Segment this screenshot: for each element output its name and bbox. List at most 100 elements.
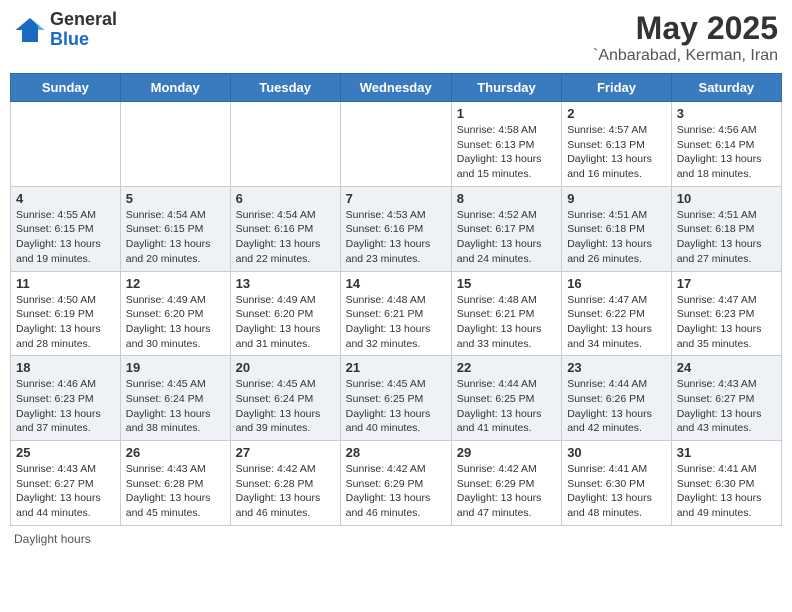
day-number: 10 — [677, 191, 776, 206]
weekday-header-thursday: Thursday — [451, 74, 561, 102]
day-number: 24 — [677, 360, 776, 375]
title-block: May 2025 `Anbarabad, Kerman, Iran — [593, 10, 778, 65]
calendar-cell — [11, 102, 121, 187]
calendar-cell: 14 Sunrise: 4:48 AM Sunset: 6:21 PM Dayli… — [340, 271, 451, 356]
calendar-cell: 23 Sunrise: 4:44 AM Sunset: 6:26 PM Dayli… — [562, 356, 672, 441]
day-number: 8 — [457, 191, 556, 206]
day-number: 2 — [567, 106, 666, 121]
logo: General Blue — [14, 10, 117, 50]
day-number: 5 — [126, 191, 225, 206]
calendar-cell: 13Sunrise: 4:49 AM Sunset: 6:20 PM Dayli… — [230, 271, 340, 356]
day-number: 26 — [126, 445, 225, 460]
day-info: Sunrise: 4:42 AM Sunset: 6:29 PM Dayligh… — [457, 462, 556, 521]
page-header: General Blue May 2025 `Anbarabad, Kerman… — [10, 10, 782, 65]
day-info: Sunrise: 4:50 AM Sunset: 6:19 PM Dayligh… — [16, 293, 115, 352]
day-number: 6 — [236, 191, 335, 206]
day-info: Sunrise: 4:52 AM Sunset: 6:17 PM Dayligh… — [457, 208, 556, 267]
daylight-label: Daylight hours — [14, 532, 91, 546]
day-number: 18 — [16, 360, 115, 375]
day-number: 23 — [567, 360, 666, 375]
day-number: 22 — [457, 360, 556, 375]
calendar-cell: 18Sunrise: 4:46 AM Sunset: 6:23 PM Dayli… — [11, 356, 121, 441]
day-number: 16 — [567, 276, 666, 291]
calendar-cell: 31 Sunrise: 4:41 AM Sunset: 6:30 PM Dayli… — [671, 441, 781, 526]
day-number: 31 — [677, 445, 776, 460]
weekday-header-friday: Friday — [562, 74, 672, 102]
calendar-cell: 19 Sunrise: 4:45 AM Sunset: 6:24 PM Dayli… — [120, 356, 230, 441]
day-number: 13 — [236, 276, 335, 291]
day-info: Sunrise: 4:54 AM Sunset: 6:16 PM Dayligh… — [236, 208, 335, 267]
calendar-cell: 6 Sunrise: 4:54 AM Sunset: 6:16 PM Daylig… — [230, 186, 340, 271]
calendar-cell: 3 Sunrise: 4:56 AM Sunset: 6:14 PM Daylig… — [671, 102, 781, 187]
day-info: Sunrise: 4:55 AM Sunset: 6:15 PM Dayligh… — [16, 208, 115, 267]
calendar-cell: 7Sunrise: 4:53 AM Sunset: 6:16 PM Daylig… — [340, 186, 451, 271]
day-info: Sunrise: 4:47 AM Sunset: 6:23 PM Dayligh… — [677, 293, 776, 352]
weekday-header-wednesday: Wednesday — [340, 74, 451, 102]
calendar-table: SundayMondayTuesdayWednesdayThursdayFrid… — [10, 73, 782, 526]
calendar-cell — [340, 102, 451, 187]
day-info: Sunrise: 4:42 AM Sunset: 6:28 PM Dayligh… — [236, 462, 335, 521]
day-number: 21 — [346, 360, 446, 375]
calendar-cell: 21 Sunrise: 4:45 AM Sunset: 6:25 PM Dayli… — [340, 356, 451, 441]
calendar-cell: 1 Sunrise: 4:58 AM Sunset: 6:13 PM Daylig… — [451, 102, 561, 187]
logo-icon — [14, 14, 46, 46]
day-number: 4 — [16, 191, 115, 206]
calendar-cell: 9 Sunrise: 4:51 AM Sunset: 6:18 PM Daylig… — [562, 186, 672, 271]
month-year: May 2025 — [593, 10, 778, 47]
calendar-cell: 17 Sunrise: 4:47 AM Sunset: 6:23 PM Dayli… — [671, 271, 781, 356]
calendar-week-1: 1 Sunrise: 4:58 AM Sunset: 6:13 PM Daylig… — [11, 102, 782, 187]
day-info: Sunrise: 4:42 AM Sunset: 6:29 PM Dayligh… — [346, 462, 446, 521]
day-info: Sunrise: 4:41 AM Sunset: 6:30 PM Dayligh… — [677, 462, 776, 521]
day-info: Sunrise: 4:51 AM Sunset: 6:18 PM Dayligh… — [567, 208, 666, 267]
calendar-cell: 29Sunrise: 4:42 AM Sunset: 6:29 PM Dayli… — [451, 441, 561, 526]
day-number: 3 — [677, 106, 776, 121]
calendar-cell: 27 Sunrise: 4:42 AM Sunset: 6:28 PM Dayli… — [230, 441, 340, 526]
calendar-cell: 22 Sunrise: 4:44 AM Sunset: 6:25 PM Dayli… — [451, 356, 561, 441]
logo-general-text: General — [50, 9, 117, 29]
day-info: Sunrise: 4:45 AM Sunset: 6:24 PM Dayligh… — [126, 377, 225, 436]
calendar-cell — [230, 102, 340, 187]
day-info: Sunrise: 4:44 AM Sunset: 6:26 PM Dayligh… — [567, 377, 666, 436]
day-number: 1 — [457, 106, 556, 121]
weekday-header-saturday: Saturday — [671, 74, 781, 102]
day-number: 12 — [126, 276, 225, 291]
weekday-header-tuesday: Tuesday — [230, 74, 340, 102]
day-info: Sunrise: 4:51 AM Sunset: 6:18 PM Dayligh… — [677, 208, 776, 267]
calendar-cell: 2Sunrise: 4:57 AM Sunset: 6:13 PM Daylig… — [562, 102, 672, 187]
day-info: Sunrise: 4:49 AM Sunset: 6:20 PM Dayligh… — [126, 293, 225, 352]
day-number: 19 — [126, 360, 225, 375]
day-number: 27 — [236, 445, 335, 460]
day-number: 9 — [567, 191, 666, 206]
day-number: 11 — [16, 276, 115, 291]
calendar-week-2: 4 Sunrise: 4:55 AM Sunset: 6:15 PM Daylig… — [11, 186, 782, 271]
calendar-cell: 20Sunrise: 4:45 AM Sunset: 6:24 PM Dayli… — [230, 356, 340, 441]
day-info: Sunrise: 4:41 AM Sunset: 6:30 PM Dayligh… — [567, 462, 666, 521]
calendar-cell: 30Sunrise: 4:41 AM Sunset: 6:30 PM Dayli… — [562, 441, 672, 526]
day-info: Sunrise: 4:58 AM Sunset: 6:13 PM Dayligh… — [457, 123, 556, 182]
calendar-cell: 12 Sunrise: 4:49 AM Sunset: 6:20 PM Dayli… — [120, 271, 230, 356]
calendar-cell: 10 Sunrise: 4:51 AM Sunset: 6:18 PM Dayli… — [671, 186, 781, 271]
calendar-week-3: 11 Sunrise: 4:50 AM Sunset: 6:19 PM Dayli… — [11, 271, 782, 356]
calendar-week-5: 25Sunrise: 4:43 AM Sunset: 6:27 PM Dayli… — [11, 441, 782, 526]
day-info: Sunrise: 4:53 AM Sunset: 6:16 PM Dayligh… — [346, 208, 446, 267]
day-info: Sunrise: 4:48 AM Sunset: 6:21 PM Dayligh… — [346, 293, 446, 352]
calendar-week-4: 18Sunrise: 4:46 AM Sunset: 6:23 PM Dayli… — [11, 356, 782, 441]
logo-blue-text: Blue — [50, 29, 89, 49]
day-number: 17 — [677, 276, 776, 291]
day-info: Sunrise: 4:45 AM Sunset: 6:25 PM Dayligh… — [346, 377, 446, 436]
day-info: Sunrise: 4:47 AM Sunset: 6:22 PM Dayligh… — [567, 293, 666, 352]
day-info: Sunrise: 4:54 AM Sunset: 6:15 PM Dayligh… — [126, 208, 225, 267]
day-info: Sunrise: 4:43 AM Sunset: 6:27 PM Dayligh… — [677, 377, 776, 436]
day-info: Sunrise: 4:56 AM Sunset: 6:14 PM Dayligh… — [677, 123, 776, 182]
calendar-cell: 11 Sunrise: 4:50 AM Sunset: 6:19 PM Dayli… — [11, 271, 121, 356]
day-number: 14 — [346, 276, 446, 291]
footer: Daylight hours — [10, 532, 782, 546]
calendar-cell: 4 Sunrise: 4:55 AM Sunset: 6:15 PM Daylig… — [11, 186, 121, 271]
day-info: Sunrise: 4:44 AM Sunset: 6:25 PM Dayligh… — [457, 377, 556, 436]
day-number: 15 — [457, 276, 556, 291]
calendar-cell: 25Sunrise: 4:43 AM Sunset: 6:27 PM Dayli… — [11, 441, 121, 526]
day-info: Sunrise: 4:43 AM Sunset: 6:27 PM Dayligh… — [16, 462, 115, 521]
day-number: 20 — [236, 360, 335, 375]
day-info: Sunrise: 4:43 AM Sunset: 6:28 PM Dayligh… — [126, 462, 225, 521]
day-info: Sunrise: 4:48 AM Sunset: 6:21 PM Dayligh… — [457, 293, 556, 352]
